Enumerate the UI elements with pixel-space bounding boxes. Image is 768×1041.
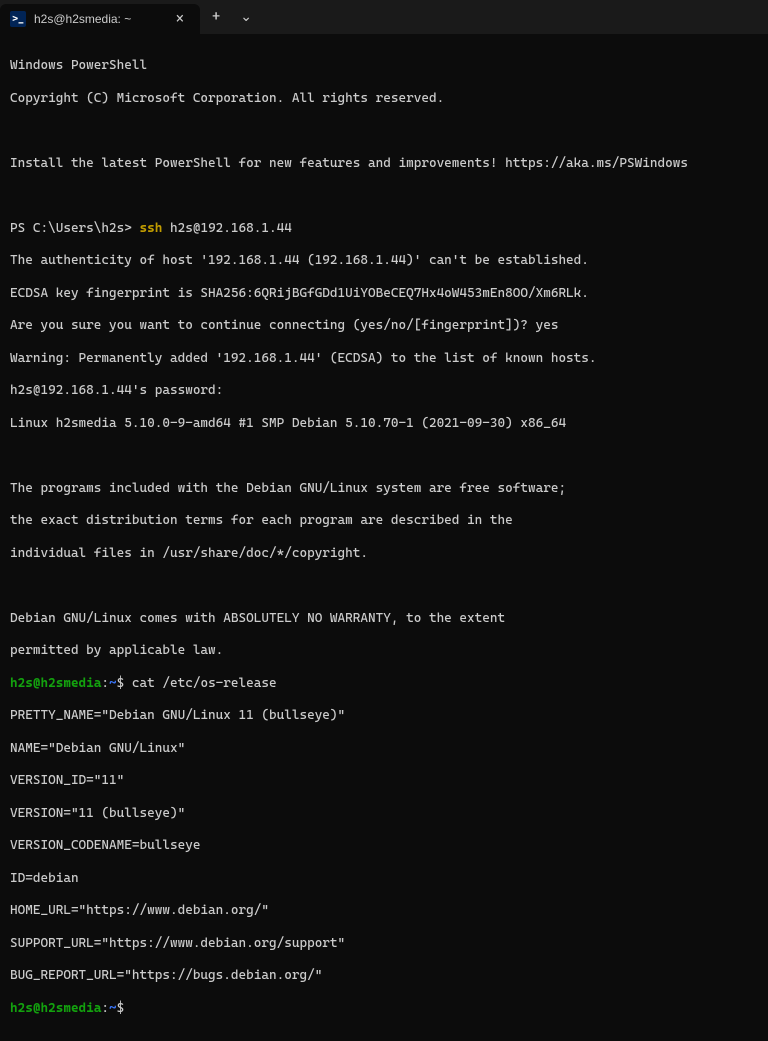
motd-line: The programs included with the Debian GN…	[10, 481, 758, 497]
bash-prompt-line: h2s@h2smedia:~$ cat /etc/os-release	[10, 676, 758, 692]
motd-line: permitted by applicable law.	[10, 643, 758, 659]
os-release-line: VERSION_ID="11"	[10, 773, 758, 789]
os-release-line: SUPPORT_URL="https://www.debian.org/supp…	[10, 936, 758, 952]
ssh-password-line: h2s@192.168.1.44's password:	[10, 383, 758, 399]
os-release-line: PRETTY_NAME="Debian GNU/Linux 11 (bullse…	[10, 708, 758, 724]
motd-line: Debian GNU/Linux comes with ABSOLUTELY N…	[10, 611, 758, 627]
ps-prompt-line: PS C:\Users\h2s> ssh h2s@192.168.1.44	[10, 221, 758, 237]
ssh-warning-line: Warning: Permanently added '192.168.1.44…	[10, 351, 758, 367]
new-tab-button[interactable]: +	[208, 5, 224, 29]
close-tab-button[interactable]: ×	[170, 9, 190, 29]
os-release-line: NAME="Debian GNU/Linux"	[10, 741, 758, 757]
ps-install-msg: Install the latest PowerShell for new fe…	[10, 156, 758, 172]
os-release-line: ID=debian	[10, 871, 758, 887]
os-release-line: BUG_REPORT_URL="https://bugs.debian.org/…	[10, 968, 758, 984]
os-release-line: VERSION_CODENAME=bullseye	[10, 838, 758, 854]
os-release-line: VERSION="11 (bullseye)"	[10, 806, 758, 822]
ssh-command: ssh	[140, 221, 163, 236]
linux-kernel-line: Linux h2smedia 5.10.0-9-amd64 #1 SMP Deb…	[10, 416, 758, 432]
os-release-line: HOME_URL="https://www.debian.org/"	[10, 903, 758, 919]
motd-line: individual files in /usr/share/doc/*/cop…	[10, 546, 758, 562]
ps-copyright: Copyright (C) Microsoft Corporation. All…	[10, 91, 758, 107]
powershell-icon: >_	[10, 11, 26, 27]
active-tab[interactable]: >_ h2s@h2smedia: ~ ×	[0, 4, 200, 34]
motd-line: the exact distribution terms for each pr…	[10, 513, 758, 529]
terminal-output[interactable]: Windows PowerShell Copyright (C) Microso…	[0, 34, 768, 1041]
titlebar: >_ h2s@h2smedia: ~ × + ⌄	[0, 0, 768, 34]
cat-command: cat /etc/os-release	[132, 676, 277, 691]
ps-header: Windows PowerShell	[10, 58, 758, 74]
titlebar-actions: + ⌄	[200, 0, 264, 34]
bash-prompt-line[interactable]: h2s@h2smedia:~$	[10, 1001, 758, 1017]
ssh-fingerprint-line: ECDSA key fingerprint is SHA256:6QRijBGf…	[10, 286, 758, 302]
tab-dropdown-button[interactable]: ⌄	[236, 5, 256, 29]
tab-title: h2s@h2smedia: ~	[34, 12, 162, 26]
ssh-auth-line: The authenticity of host '192.168.1.44 (…	[10, 253, 758, 269]
ssh-confirm-line: Are you sure you want to continue connec…	[10, 318, 758, 334]
